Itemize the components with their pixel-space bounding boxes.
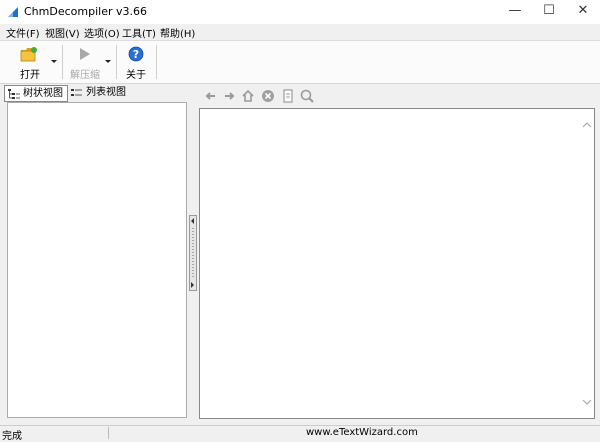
- toolbar: 打开 解压缩 ? 关于: [0, 40, 600, 84]
- toolbar-separator: [62, 45, 63, 79]
- forward-arrow-icon[interactable]: [222, 89, 236, 103]
- menu-bar: 文件(F) 视图(V) 选项(O) 工具(T) 帮助(H): [0, 24, 600, 40]
- play-icon: [80, 48, 90, 60]
- menu-tools[interactable]: 工具(T): [122, 25, 156, 40]
- status-bar: 完成 www.eTextWizard.com: [0, 425, 600, 442]
- tab-list-view[interactable]: 列表视图: [68, 85, 130, 100]
- scroll-down-chevron-icon[interactable]: [582, 399, 592, 406]
- list-view-icon: [71, 89, 82, 96]
- stop-icon[interactable]: [261, 89, 275, 103]
- menu-help[interactable]: 帮助(H): [160, 25, 195, 40]
- status-text: 完成: [2, 431, 22, 442]
- tab-tree-view-label: 树状视图: [23, 88, 63, 99]
- about-label: 关于: [126, 70, 146, 81]
- close-button[interactable]: ✕: [566, 0, 600, 24]
- decompress-dropdown-icon[interactable]: [105, 60, 111, 63]
- splitter-right-arrow-icon[interactable]: [190, 282, 196, 288]
- help-question-icon: ?: [128, 46, 144, 62]
- open-label: 打开: [20, 70, 40, 81]
- window-title: ChmDecompiler v3.66: [24, 5, 147, 18]
- splitter-grip-icon: [192, 228, 194, 278]
- scroll-up-chevron-icon[interactable]: [582, 121, 592, 128]
- svg-text:?: ?: [133, 48, 139, 61]
- toolbar-separator: [156, 45, 157, 79]
- title-bar: ChmDecompiler v3.66 — ☐ ✕: [0, 0, 600, 24]
- maximize-button[interactable]: ☐: [532, 0, 566, 24]
- back-arrow-icon[interactable]: [204, 89, 218, 103]
- menu-view[interactable]: 视图(V): [45, 25, 80, 40]
- menu-file[interactable]: 文件(F): [6, 25, 40, 40]
- tab-list-view-label: 列表视图: [86, 87, 126, 98]
- splitter-left-arrow-icon[interactable]: [190, 218, 196, 224]
- decompress-label: 解压缩: [70, 70, 100, 81]
- app-logo-icon: [8, 7, 18, 17]
- home-icon[interactable]: [241, 89, 255, 103]
- page-icon[interactable]: [281, 89, 295, 103]
- status-divider: [108, 427, 109, 439]
- open-dropdown-icon[interactable]: [51, 60, 57, 63]
- toolbar-separator: [116, 45, 117, 79]
- tree-view-icon: [8, 89, 20, 99]
- content-view-panel[interactable]: [199, 108, 595, 419]
- tree-view-panel[interactable]: [7, 102, 187, 418]
- tab-tree-view[interactable]: 树状视图: [4, 85, 68, 102]
- status-website: www.eTextWizard.com: [306, 427, 418, 438]
- open-button[interactable]: 打开: [14, 44, 58, 81]
- menu-options[interactable]: 选项(O): [84, 25, 120, 40]
- zoom-icon[interactable]: [300, 89, 314, 103]
- minimize-button[interactable]: —: [498, 0, 532, 24]
- decompress-button[interactable]: 解压缩: [68, 44, 112, 81]
- panel-splitter[interactable]: [189, 215, 197, 291]
- open-folder-icon: [20, 47, 37, 62]
- about-button[interactable]: ? 关于: [122, 44, 152, 81]
